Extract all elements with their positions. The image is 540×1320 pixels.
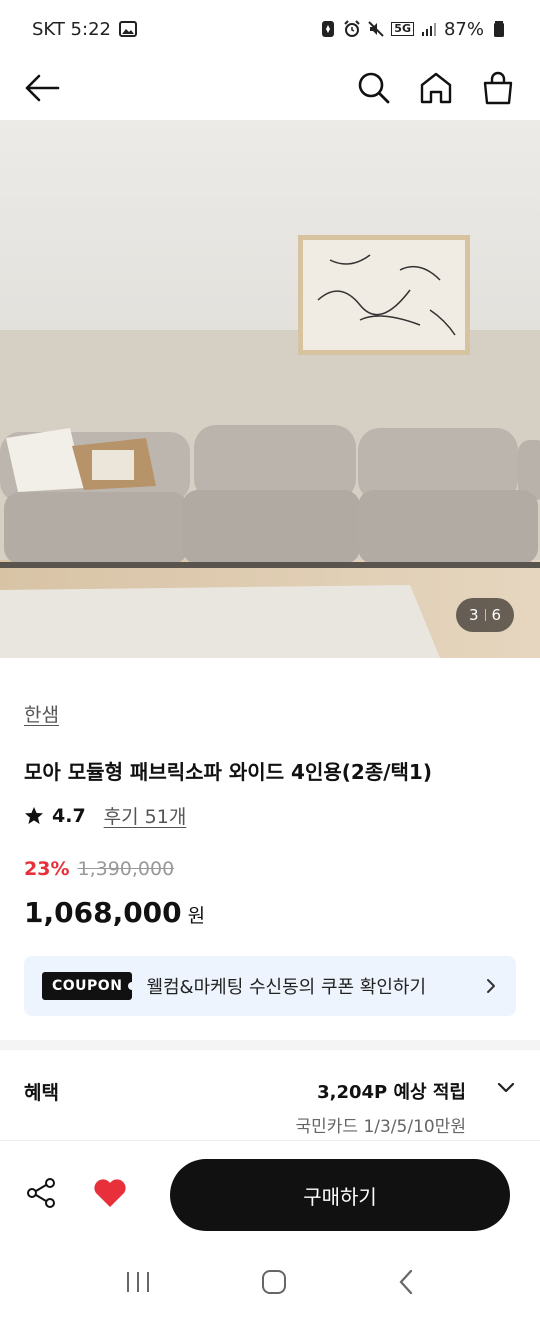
shopping-bag-icon [483,71,513,105]
heart-icon [94,1179,126,1207]
alarm-icon [344,20,361,37]
top-app-bar [0,58,540,118]
search-icon [358,72,390,104]
coupon-banner[interactable]: COUPON 웰컴&마케팅 수신동의 쿠폰 확인하기 [24,956,516,1016]
signal-icon [421,23,436,36]
coupon-tag: COUPON [42,972,137,1000]
review-link[interactable]: 후기 51개 [104,802,187,829]
rating-row: 4.7 후기 51개 [24,802,186,829]
cart-button[interactable] [480,70,516,106]
bottom-action-bar: 구매하기 [0,1140,540,1244]
chevron-right-icon [487,979,495,993]
discount-row: 23% 1,390,000 [24,858,174,880]
back-button[interactable] [24,70,60,106]
discount-rate: 23% [24,858,70,880]
wishlist-button[interactable] [92,1175,128,1211]
app-notification-icon [322,21,335,37]
product-image-carousel[interactable]: 3 6 [0,120,540,658]
search-button[interactable] [356,70,392,106]
arrow-left-icon [25,74,60,102]
pager-current: 3 [468,606,479,624]
benefit-card-offer: 국민카드 1/3/5/10만원 [295,1117,466,1137]
brand-link[interactable]: 한샘 [24,700,59,727]
status-right: 5G 87% [319,19,508,40]
app-bar-actions [356,70,516,106]
sofa-photo [0,120,540,658]
chevron-down-icon[interactable] [494,1076,518,1100]
price-row: 1,068,000 원 [24,896,205,929]
benefit-section[interactable]: 혜택 3,204P 예상 적립 국민카드 1/3/5/10만원 [0,1050,540,1140]
battery-percent: 87% [443,18,484,40]
pager-separator [484,609,486,621]
home-nav-icon[interactable] [260,1268,288,1296]
status-bar: SKT 5:22 5G 87% [0,0,540,58]
currency-unit: 원 [187,905,206,927]
share-button[interactable] [24,1175,60,1211]
benefit-label: 혜택 [24,1082,59,1104]
rating-value: 4.7 [52,804,86,827]
benefit-points: 3,204P 예상 적립 [317,1082,466,1103]
network-badge: 5G [391,22,414,36]
back-nav-icon[interactable] [396,1268,416,1296]
buy-button[interactable]: 구매하기 [170,1159,510,1231]
sale-price: 1,068,000 [24,896,182,929]
carrier-time: SKT 5:22 [32,18,111,40]
status-left: SKT 5:22 [32,19,137,40]
gallery-notification-icon [118,21,137,37]
home-button[interactable] [418,70,454,106]
pager-total: 6 [491,606,502,624]
share-icon [27,1178,55,1208]
star-icon [25,806,43,824]
home-icon [420,72,452,104]
image-pager-badge: 3 6 [456,598,514,632]
recent-apps-icon[interactable] [124,1269,152,1295]
coupon-text: 웰컴&마케팅 수신동의 쿠폰 확인하기 [146,977,427,998]
battery-icon [494,21,504,37]
system-navigation-bar [0,1244,540,1320]
section-divider [0,1040,540,1050]
original-price: 1,390,000 [77,858,175,880]
mute-icon [368,21,385,37]
product-title: 모아 모듈형 패브릭소파 와이드 4인용(2종/택1) [24,760,432,784]
